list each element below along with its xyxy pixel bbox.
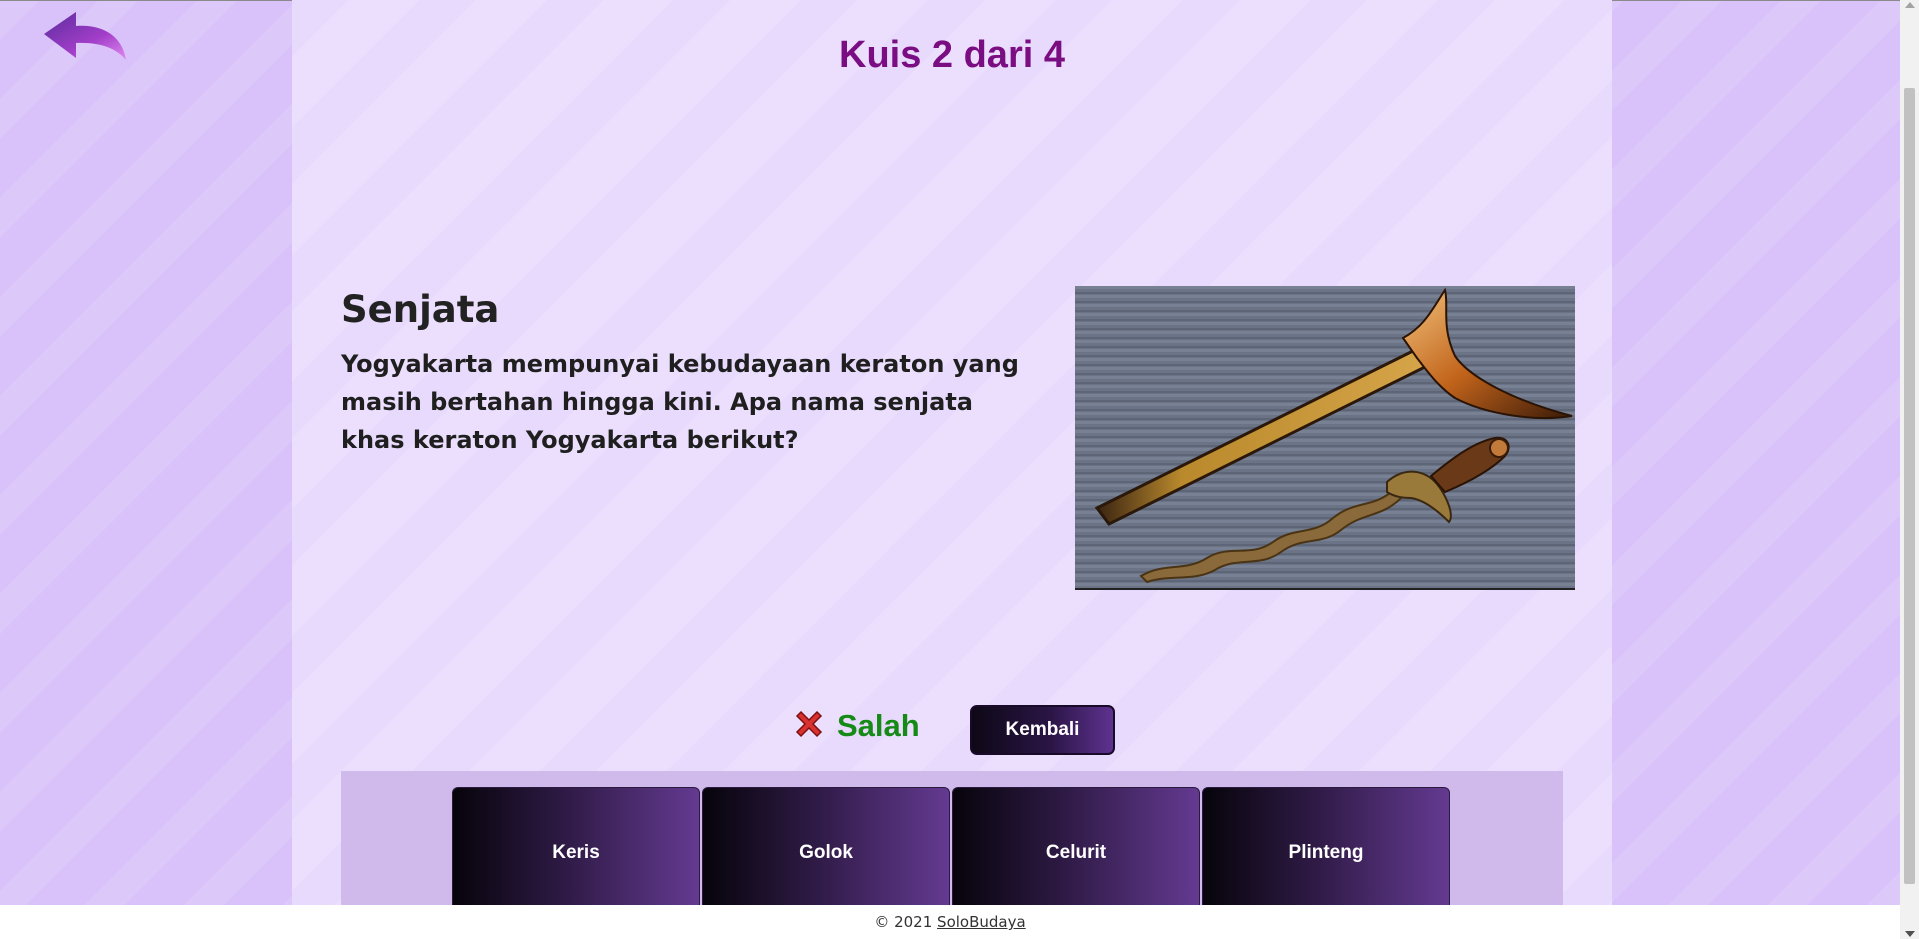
- scroll-thumb[interactable]: [1904, 88, 1915, 884]
- copyright-text: © 2021: [874, 913, 933, 931]
- answer-options: Keris Golok Celurit Plinteng: [452, 787, 1450, 917]
- question-category: Senjata: [341, 288, 500, 331]
- footer: © 2021 SoloBudaya: [0, 905, 1900, 939]
- cross-icon: [793, 708, 825, 744]
- kembali-button[interactable]: Kembali: [970, 705, 1115, 755]
- vertical-scrollbar[interactable]: [1900, 0, 1919, 939]
- solobudaya-link[interactable]: SoloBudaya: [937, 913, 1026, 931]
- answer-options-area: Keris Golok Celurit Plinteng: [341, 771, 1563, 917]
- answer-option-golok[interactable]: Golok: [702, 787, 950, 917]
- answer-option-keris[interactable]: Keris: [452, 787, 700, 917]
- quiz-title: Kuis 2 dari 4: [839, 34, 1065, 76]
- result-label: Salah: [837, 708, 920, 743]
- answer-result: Salah: [793, 708, 920, 744]
- back-arrow-button[interactable]: [42, 8, 132, 68]
- answer-option-celurit[interactable]: Celurit: [952, 787, 1200, 917]
- scroll-up-arrow-icon[interactable]: [1905, 2, 1915, 8]
- scroll-down-arrow-icon[interactable]: [1905, 931, 1915, 937]
- question-image: [1075, 286, 1575, 590]
- back-arrow-icon: [44, 12, 126, 60]
- question-text: Yogyakarta mempunyai kebudayaan keraton …: [341, 350, 1019, 454]
- answer-option-plinteng[interactable]: Plinteng: [1202, 787, 1450, 917]
